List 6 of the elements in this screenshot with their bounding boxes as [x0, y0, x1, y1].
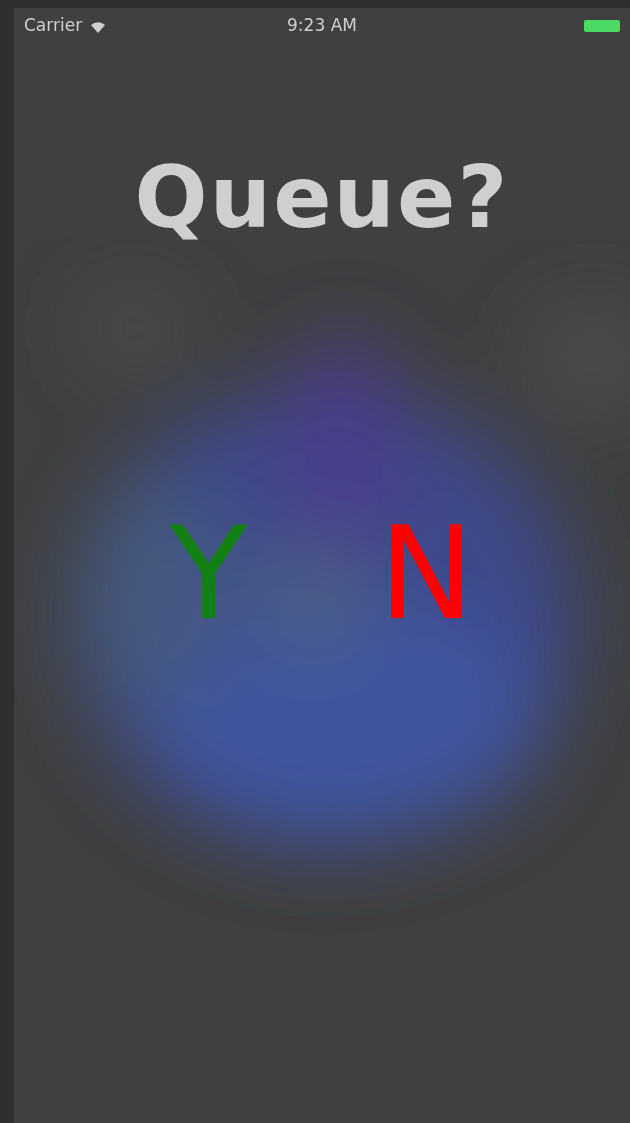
title: Queue?: [134, 154, 510, 240]
answer-button[interactable]: Y: [159, 510, 258, 638]
status-time: 9:23 AM: [287, 14, 357, 38]
answer-button[interactable]: N: [368, 510, 485, 638]
carrier-label: Carrier: [24, 14, 83, 38]
battery-icon: [584, 20, 620, 32]
